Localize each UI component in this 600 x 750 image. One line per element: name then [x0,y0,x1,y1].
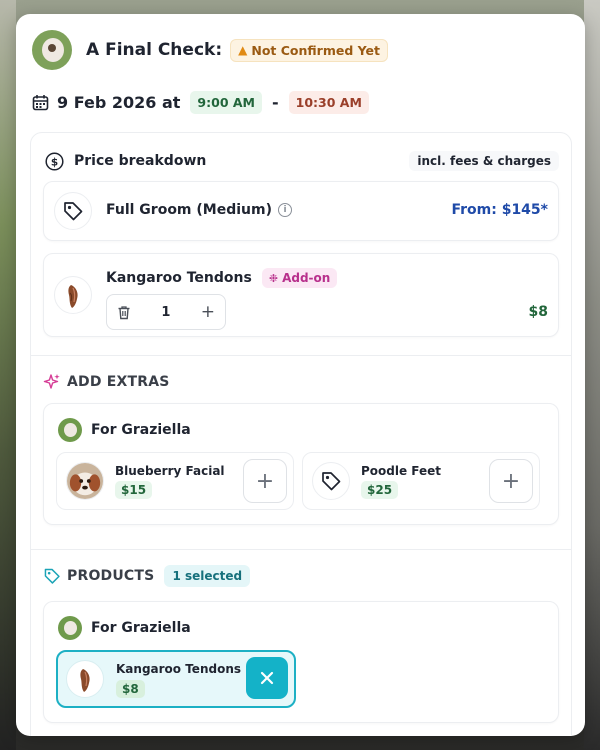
background-right [584,0,600,750]
selected-count-badge: 1 selected [164,565,251,587]
add-extra-button[interactable]: + [489,459,533,503]
product-name: Kangaroo Tendons [116,662,242,676]
svg-text:$: $ [51,156,58,168]
sparkles-icon [43,374,60,389]
trash-icon[interactable] [117,305,131,320]
section-divider [31,549,571,550]
pet-row: For Graziella [58,418,191,442]
plus-icon[interactable]: + [201,302,215,322]
status-badge: ▲ Not Confirmed Yet [230,38,388,62]
extras-title: ADD EXTRAS [67,374,170,390]
remove-product-button[interactable] [246,657,288,699]
extras-header: ADD EXTRAS [43,373,170,391]
info-icon[interactable]: i [278,203,292,217]
addon-card: Kangaroo Tendons ❉ Add-on 1 + $8 [43,253,559,337]
tag-icon [64,202,83,221]
addon-price: $8 [528,304,548,320]
tag-icon [44,568,60,584]
pet-avatar [32,30,72,70]
addon-product-image [54,276,92,314]
plus-icon: + [501,468,521,494]
header: A Final Check: ▲ Not Confirmed Yet [32,30,388,70]
extra-item-price: $25 [361,481,399,499]
section-divider [31,355,571,356]
quantity-stepper[interactable]: 1 + [106,294,226,330]
end-time-badge: 10:30 AM [288,90,369,114]
products-title: PRODUCTS [67,568,155,584]
products-card: For Graziella Kangaroo Tendons $8 [43,601,559,723]
price-breakdown-title: Price breakdown [74,153,207,169]
price-breakdown-header: $ Price breakdown incl. fees & charges [45,151,559,171]
pet-avatar [58,418,82,442]
start-time-badge: 9:00 AM [190,90,262,114]
appointment-date: 9 Feb 2026 at [57,92,181,112]
pet-label: For Graziella [91,620,191,636]
pet-avatar [58,616,82,640]
product-image [66,660,104,698]
extra-item: Poodle Feet $25 + [302,452,540,510]
extra-item-price: $15 [115,481,153,499]
gear-icon: ❉ [268,271,279,285]
background-left [0,0,16,750]
pet-label: For Graziella [91,422,191,438]
products-header: PRODUCTS 1 selected [43,565,251,587]
extra-item-name: Blueberry Facial [115,464,225,478]
page-title: A Final Check: [86,40,223,60]
extra-item-icon-wrap [312,462,350,500]
quantity-value: 1 [161,304,171,320]
addon-badge: ❉ Add-on [261,268,338,288]
schedule-row: 9 Feb 2026 at 9:00 AM - 10:30 AM [32,90,369,114]
extra-item: Blueberry Facial $15 + [56,452,294,510]
addon-name: Kangaroo Tendons [106,270,252,286]
status-badge-label: Not Confirmed Yet [251,42,380,58]
extra-item-photo [66,462,104,500]
extras-card: For Graziella Blueberry Facial $15 + Poo… [43,403,559,525]
add-extra-button[interactable]: + [243,459,287,503]
plus-icon: + [255,468,275,494]
service-price: From: $145* [451,202,548,218]
addon-title-row: Kangaroo Tendons ❉ Add-on [106,268,338,288]
pet-row: For Graziella [58,616,191,640]
warning-icon: ▲ [238,43,248,57]
product-price: $8 [116,680,145,698]
tag-icon [322,472,341,491]
service-name: Full Groom (Medium) i [106,202,292,218]
calendar-icon [32,94,49,110]
service-card: Full Groom (Medium) i From: $145* [43,181,559,241]
dollar-circle-icon: $ [45,151,64,171]
details-panel: $ Price breakdown incl. fees & charges F… [30,132,572,736]
close-icon [260,671,274,685]
service-icon-wrap [54,192,92,230]
selected-product[interactable]: Kangaroo Tendons $8 [56,650,296,708]
time-separator: - [271,92,279,112]
fees-note: incl. fees & charges [409,151,559,171]
extra-item-name: Poodle Feet [361,464,442,478]
booking-confirmation-modal: A Final Check: ▲ Not Confirmed Yet 9 Feb… [16,14,585,736]
